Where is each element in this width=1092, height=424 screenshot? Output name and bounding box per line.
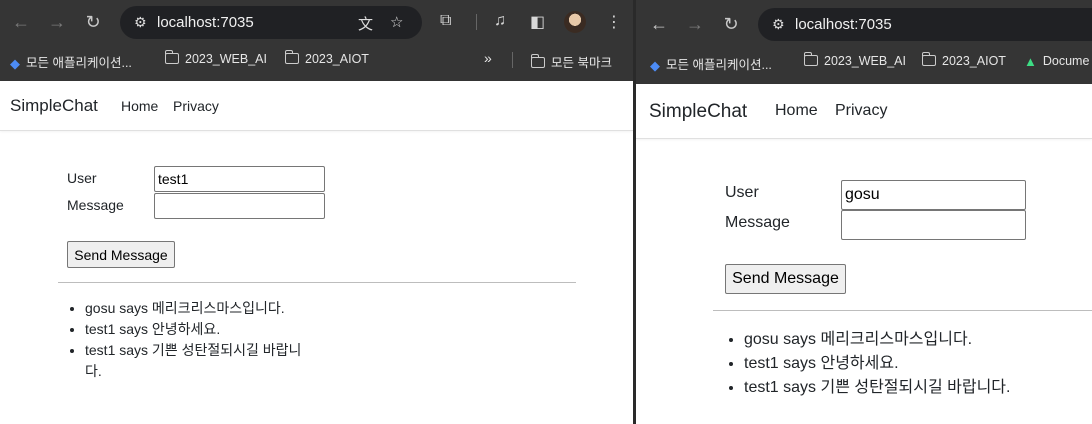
bookmark-documents[interactable]: ▲ Docume <box>1024 54 1089 69</box>
message-label: Message <box>725 214 790 231</box>
brand-link[interactable]: SimpleChat <box>10 96 98 116</box>
toolbar-separator <box>476 14 477 30</box>
message-input[interactable] <box>154 193 325 219</box>
android-icon: ▲ <box>1024 54 1037 69</box>
folder-icon <box>803 52 818 66</box>
bookmarks-bar: ◆ 모든 애플리케이션... 2023_WEB_AI 2023_AIOT » 모든… <box>0 44 633 76</box>
message-item: test1 says 안녕하세요. <box>85 319 317 340</box>
message-item: test1 says 기쁜 성탄절되시길 바랍니다. <box>744 376 1086 400</box>
site-navbar: SimpleChat Home Privacy <box>0 81 633 131</box>
bookmark-aiot[interactable]: 2023_AIOT <box>921 52 1006 68</box>
menu-icon[interactable]: ⋮ <box>606 12 622 32</box>
translate-icon[interactable]: 文 <box>358 13 373 34</box>
side-panel-icon[interactable]: ◧ <box>530 12 545 32</box>
user-label: User <box>725 184 759 201</box>
back-icon[interactable]: ← <box>10 12 32 32</box>
forward-icon[interactable]: → <box>684 14 706 34</box>
message-item: test1 says 안녕하세요. <box>744 352 1086 376</box>
extensions-icon[interactable]: ⧉ <box>440 12 451 30</box>
browser-window-right: ← → ↻ ⚙ localhost:7035 ◆ 모든 애플리케이션... 202… <box>636 0 1092 424</box>
web-page: SimpleChat Home Privacy User Message Sen… <box>636 84 1092 424</box>
bookmark-web-ai[interactable]: 2023_WEB_AI <box>803 52 906 68</box>
message-item: gosu says 메리크리스마스입니다. <box>744 328 1086 352</box>
bookmarks-bar: ◆ 모든 애플리케이션... 2023_WEB_AI 2023_AIOT ▲ Doc… <box>636 44 1092 76</box>
bookmark-apps[interactable]: ◆ 모든 애플리케이션... <box>10 52 132 72</box>
nav-privacy-link[interactable]: Privacy <box>835 102 887 120</box>
site-info-icon[interactable]: ⚙ <box>134 14 147 31</box>
bookmarks-overflow-button[interactable]: » <box>484 50 492 66</box>
forward-icon[interactable]: → <box>46 12 68 32</box>
nav-home-link[interactable]: Home <box>775 102 818 120</box>
message-label: Message <box>67 197 124 213</box>
send-message-button[interactable]: Send Message <box>725 264 846 294</box>
address-bar[interactable]: ⚙ localhost:7035 <box>758 8 1092 41</box>
nav-privacy-link[interactable]: Privacy <box>173 98 219 114</box>
bookmark-all[interactable]: 모든 북마크 <box>530 52 612 71</box>
back-icon[interactable]: ← <box>648 14 670 34</box>
user-label: User <box>67 170 97 186</box>
browser-toolbar: ← → ↻ ⚙ localhost:7035 文 ☆ ⧉ ♫ ◧ ⋮ <box>0 0 633 44</box>
browser-chrome: ← → ↻ ⚙ localhost:7035 ◆ 모든 애플리케이션... 202… <box>636 0 1092 84</box>
address-bar[interactable]: ⚙ localhost:7035 文 ☆ <box>120 6 422 39</box>
browser-chrome: ← → ↻ ⚙ localhost:7035 文 ☆ ⧉ ♫ ◧ ⋮ ◆ 모든 애… <box>0 0 633 81</box>
browser-toolbar: ← → ↻ ⚙ localhost:7035 <box>636 0 1092 44</box>
send-message-button[interactable]: Send Message <box>67 241 175 268</box>
brand-link[interactable]: SimpleChat <box>649 101 747 123</box>
reload-icon[interactable]: ↻ <box>720 14 742 34</box>
user-input[interactable] <box>841 180 1026 210</box>
site-navbar: SimpleChat Home Privacy <box>636 84 1092 139</box>
user-input[interactable] <box>154 166 325 192</box>
bookmark-star-icon[interactable]: ☆ <box>390 13 403 31</box>
folder-icon <box>164 50 179 64</box>
site-info-icon[interactable]: ⚙ <box>772 16 785 33</box>
reload-icon[interactable]: ↻ <box>82 12 104 32</box>
profile-avatar[interactable] <box>564 11 586 33</box>
nav-home-link[interactable]: Home <box>121 98 158 114</box>
bookmark-apps[interactable]: ◆ 모든 애플리케이션... <box>650 54 772 74</box>
message-item: test1 says 기쁜 성탄절되시길 바랍니다. <box>85 340 317 382</box>
divider <box>713 310 1092 311</box>
url-text: localhost:7035 <box>795 16 892 33</box>
folder-icon <box>530 54 545 68</box>
bookmark-web-ai[interactable]: 2023_WEB_AI <box>164 50 267 66</box>
apps-icon: ◆ <box>10 56 20 71</box>
bookmark-aiot[interactable]: 2023_AIOT <box>284 50 369 66</box>
apps-icon: ◆ <box>650 58 660 73</box>
folder-icon <box>921 52 936 66</box>
messages-list: gosu says 메리크리스마스입니다. test1 says 안녕하세요. … <box>726 328 1086 400</box>
messages-list: gosu says 메리크리스마스입니다. test1 says 안녕하세요. … <box>67 298 317 382</box>
folder-icon <box>284 50 299 64</box>
bookmarks-separator <box>512 52 513 68</box>
media-control-icon[interactable]: ♫ <box>494 12 506 30</box>
divider <box>58 282 576 283</box>
web-page: SimpleChat Home Privacy User Message Sen… <box>0 81 633 424</box>
message-input[interactable] <box>841 210 1026 240</box>
url-text: localhost:7035 <box>157 14 254 31</box>
message-item: gosu says 메리크리스마스입니다. <box>85 298 317 319</box>
browser-window-left: ← → ↻ ⚙ localhost:7035 文 ☆ ⧉ ♫ ◧ ⋮ ◆ 모든 애… <box>0 0 633 424</box>
